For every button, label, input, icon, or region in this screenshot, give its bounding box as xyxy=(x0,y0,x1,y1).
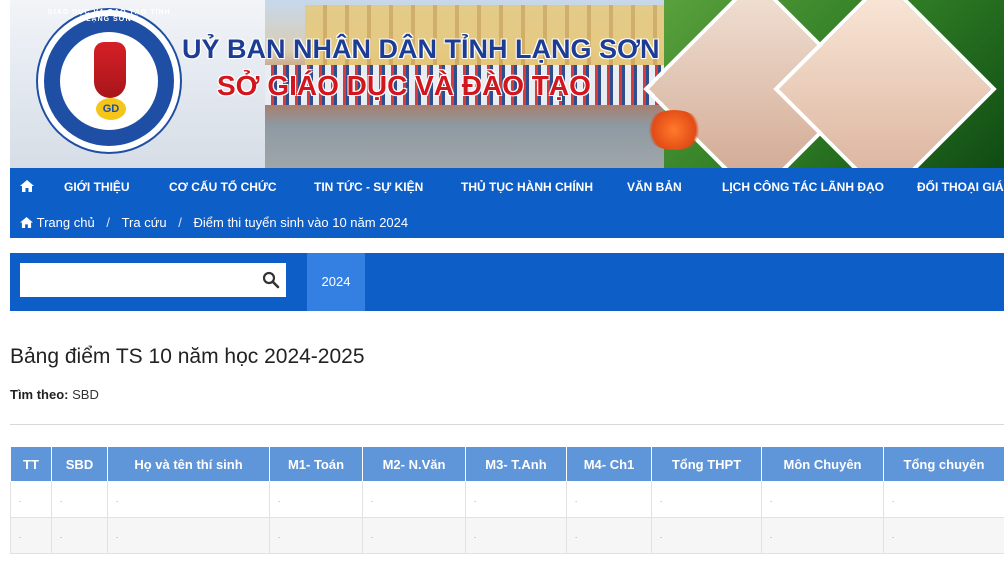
table-cell: . xyxy=(761,517,884,554)
results-table: TT SBD Họ và tên thí sinh M1- Toán M2- N… xyxy=(10,446,1004,554)
breadcrumb-separator: / xyxy=(106,215,110,230)
table-cell: . xyxy=(269,517,363,554)
table-row: . . . . . . . . . . xyxy=(10,481,1004,518)
breadcrumb: Trang chủ / Tra cứu / Điểm thi tuyển sin… xyxy=(20,215,408,230)
table-cell: . xyxy=(465,517,567,554)
breadcrumb-lookup-link[interactable]: Tra cứu xyxy=(122,215,167,230)
search-input[interactable] xyxy=(20,263,262,297)
banner-flower xyxy=(644,110,704,150)
tab-year-2024[interactable]: 2024 xyxy=(307,253,365,311)
breadcrumb-home-link[interactable]: Trang chủ xyxy=(37,215,95,230)
department-logo[interactable]: GD GIÁO DỤC VÀ ĐÀO TẠO TỈNH LẠNG SƠN xyxy=(36,8,182,154)
table-cell: . xyxy=(566,517,652,554)
column-header-sbd[interactable]: SBD xyxy=(51,446,108,482)
column-header-tong-thpt[interactable]: Tổng THPT xyxy=(651,446,762,482)
menu-item-thu-tuc-hanh-chinh[interactable]: THỦ TỤC HÀNH CHÍNH xyxy=(461,180,593,194)
table-header-row: TT SBD Họ và tên thí sinh M1- Toán M2- N… xyxy=(10,446,1004,482)
column-header-mon-chuyen[interactable]: Môn Chuyên xyxy=(761,446,884,482)
column-header-tong-chuyen[interactable]: Tổng chuyên xyxy=(883,446,1004,482)
table-cell: . xyxy=(362,517,466,554)
table-cell: . xyxy=(566,481,652,518)
search-box xyxy=(20,263,286,297)
table-cell: . xyxy=(10,517,52,554)
page-title: Bảng điểm TS 10 năm học 2024-2025 xyxy=(10,345,365,368)
logo-mark: GD xyxy=(96,98,126,120)
menu-item-co-cau-to-chuc[interactable]: CƠ CẤU TỔ CHỨC xyxy=(169,180,277,194)
table-cell: . xyxy=(362,481,466,518)
menu-item-gioi-thieu[interactable]: GIỚI THIỆU xyxy=(64,180,130,194)
menu-item-doi-thoai[interactable]: ĐỐI THOẠI GIÁO xyxy=(917,180,1004,194)
menu-item-van-ban[interactable]: VĂN BẢN xyxy=(627,180,682,194)
column-header-m4[interactable]: M4- Ch1 xyxy=(566,446,652,482)
table-cell: . xyxy=(761,481,884,518)
menu-item-lich-cong-tac[interactable]: LỊCH CÔNG TÁC LÃNH ĐẠO xyxy=(722,180,884,194)
table-cell: . xyxy=(883,517,1004,554)
filter-info: Tìm theo: SBD xyxy=(10,387,99,402)
search-toolbar: 2024 xyxy=(10,253,1004,311)
table-row: . . . . . . . . . . xyxy=(10,517,1004,554)
table-cell: . xyxy=(51,481,108,518)
divider xyxy=(10,424,1004,425)
filter-label: Tìm theo: xyxy=(10,387,69,402)
menu-item-tin-tuc-su-kien[interactable]: TIN TỨC - SỰ KIỆN xyxy=(314,180,423,194)
main-navigation: GIỚI THIỆU CƠ CẤU TỔ CHỨC TIN TỨC - SỰ K… xyxy=(10,168,1004,238)
table-cell: . xyxy=(51,517,108,554)
table-cell: . xyxy=(651,481,762,518)
table-cell: . xyxy=(465,481,567,518)
table-cell: . xyxy=(269,481,363,518)
logo-ring-text: GIÁO DỤC VÀ ĐÀO TẠO TỈNH LẠNG SƠN xyxy=(47,9,171,23)
header-banner: GD GIÁO DỤC VÀ ĐÀO TẠO TỈNH LẠNG SƠN UỶ … xyxy=(10,0,1004,168)
column-header-tieng-anh[interactable]: M3- T.Anh xyxy=(465,446,567,482)
column-header-ho-ten[interactable]: Họ và tên thí sinh xyxy=(107,446,270,482)
column-header-tt[interactable]: TT xyxy=(10,446,52,482)
table-cell: . xyxy=(651,517,762,554)
column-header-ngu-van[interactable]: M2- N.Văn xyxy=(362,446,466,482)
table-cell: . xyxy=(107,517,270,554)
menu-bar: GIỚI THIỆU CƠ CẤU TỔ CHỨC TIN TỨC - SỰ K… xyxy=(10,168,1004,204)
banner-students-photo xyxy=(643,0,1004,168)
banner-title-line1: UỶ BAN NHÂN DÂN TỈNH LẠNG SƠN xyxy=(182,34,660,64)
table-cell: . xyxy=(10,481,52,518)
table-cell: . xyxy=(883,481,1004,518)
breadcrumb-separator: / xyxy=(178,215,182,230)
table-cell: . xyxy=(107,481,270,518)
search-icon[interactable] xyxy=(262,271,280,289)
breadcrumb-current: Điểm thi tuyển sinh vào 10 năm 2024 xyxy=(193,215,409,230)
banner-title-line2: SỞ GIÁO DỤC VÀ ĐÀO TẠO xyxy=(217,70,591,101)
home-icon[interactable] xyxy=(20,217,33,228)
filter-value: SBD xyxy=(72,387,99,402)
home-icon[interactable] xyxy=(20,180,34,192)
column-header-toan[interactable]: M1- Toán xyxy=(269,446,363,482)
